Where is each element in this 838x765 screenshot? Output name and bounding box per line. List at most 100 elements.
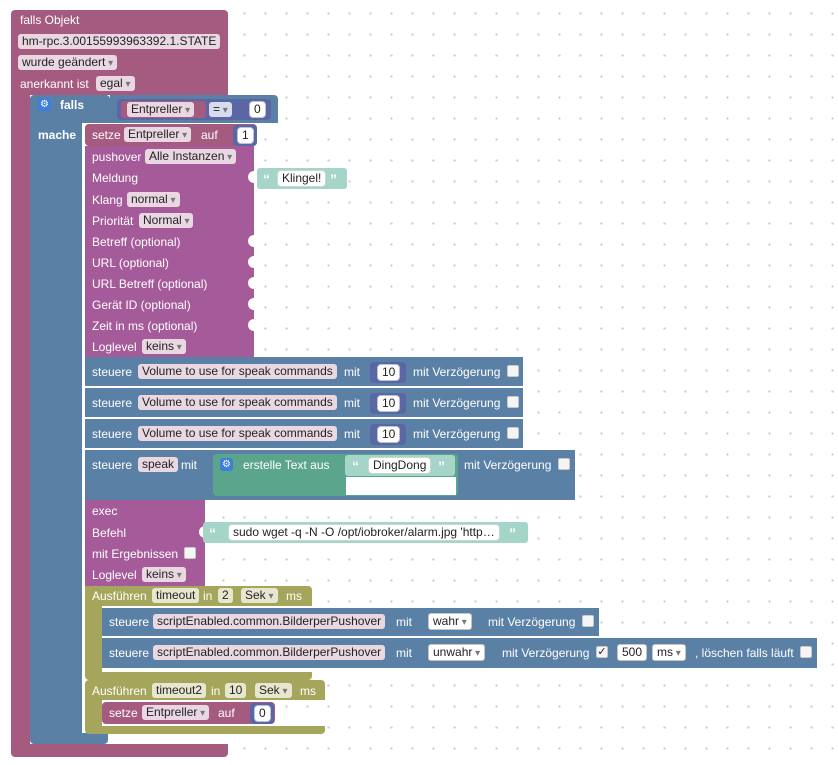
pushover-loglevel-dropdown[interactable]: keins [142,339,186,354]
timeout-unit-dropdown[interactable]: Sek [241,588,278,603]
timeout-in-label: in [203,589,213,603]
on-object-block-footer [11,744,228,757]
set-number-field[interactable]: 0 [254,705,271,722]
on-object-title: falls Objekt [20,13,80,27]
message-label: Meldung [92,171,139,185]
object-id-field[interactable]: hm-rpc.3.00155993963392.1.STATE [18,34,221,49]
timeout2-block-spine [85,700,102,728]
timeout-run-label: Ausführen [92,589,147,603]
control-target-field[interactable]: Volume to use for speak commands [138,426,337,441]
message-socket [248,171,255,183]
timeout2-block-footer [85,726,325,734]
control-with-label: mit [344,396,360,410]
control-number-field[interactable]: 10 [377,426,401,443]
timeout-block-footer [85,672,312,680]
control-delay-value-field[interactable]: 500 [617,644,648,661]
timeout2-name-field[interactable]: timeout2 [152,683,207,698]
control-target-field[interactable]: Volume to use for speak commands [138,364,337,379]
url-socket [248,256,255,268]
control-bool-dropdown[interactable]: wahr [428,613,472,630]
device-label: Gerät ID (optional) [92,298,191,312]
gear-icon[interactable]: ⚙ [220,458,233,471]
exec-command-label: Befehl [92,526,127,540]
exec-results-label: mit Ergebnissen [92,547,179,561]
url-title-socket [248,277,255,289]
text-join-label: erstelle Text aus [243,458,330,472]
speak-text-field[interactable]: DingDong [368,457,432,474]
control-delay-checkbox[interactable] [582,615,594,627]
open-quote-icon: “ [263,171,270,187]
control-label: steuere [92,365,133,379]
set-variable-dropdown[interactable]: Entpreller [124,127,192,142]
timeout2-value-field[interactable]: 10 [225,683,247,698]
condition-variable-dropdown[interactable]: Entpreller [127,102,195,117]
if-label: falls [60,98,85,112]
open-quote-icon: “ [352,458,359,474]
trigger-dropdown[interactable]: wurde geändert [18,55,118,70]
url-label: URL (optional) [92,256,169,270]
priority-dropdown[interactable]: Normal [139,213,194,228]
control-label: steuere [92,458,133,472]
subject-label: Betreff (optional) [92,235,181,249]
control-with-label: mit [181,458,197,472]
timeout-value-field[interactable]: 2 [218,588,233,603]
control-label: steuere [92,427,133,441]
control-delay-label: mit Verzögerung [502,646,590,660]
control-delay-checkbox[interactable] [558,458,570,470]
ack-label: anerkannt ist [20,77,89,91]
control-delay-label: mit Verzögerung [413,427,501,441]
timeout-ms-label: ms [286,589,302,603]
control-bool-dropdown[interactable]: unwahr [428,644,486,661]
pushover-label: pushover [92,150,142,164]
ack-dropdown[interactable]: egal [96,76,135,91]
control-number-field[interactable]: 10 [377,364,401,381]
control-delay-checkbox[interactable] [507,427,519,439]
control-with-label: mit [396,615,412,629]
control-delay-label: mit Verzögerung [413,396,501,410]
sound-dropdown[interactable]: normal [127,192,180,207]
condition-operator-dropdown[interactable]: = [209,102,232,117]
close-quote-icon: ” [438,458,445,474]
time-label: Zeit in ms (optional) [92,319,198,333]
exec-loglevel-dropdown[interactable]: keins [142,567,186,582]
url-title-label: URL Betreff (optional) [92,277,208,291]
close-quote-icon: ” [509,525,516,541]
control-clear-checkbox[interactable] [800,646,812,658]
control-delay-label: mit Verzögerung [488,615,576,629]
pushover-loglevel-label: Loglevel [92,340,137,354]
control-target-field[interactable]: Volume to use for speak commands [138,395,337,410]
gear-icon[interactable]: ⚙ [38,98,51,111]
set-to-label: auf [201,128,218,142]
control-target-field[interactable]: scriptEnabled.common.BilderperPushover [153,645,386,660]
sound-label: Klang [92,193,123,207]
condition-number-field[interactable]: 0 [249,101,266,118]
if-block-spine [30,123,82,733]
device-socket [248,298,255,310]
exec-command-field[interactable]: sudo wget -q -N -O /opt/iobroker/alarm.j… [228,524,500,541]
control-clear-label: , löschen falls läuft [695,646,794,660]
pushover-instance-dropdown[interactable]: Alle Instanzen [145,149,237,164]
control-delay-unit-dropdown[interactable]: ms [652,644,686,661]
on-object-block-spine [11,94,30,744]
if-block-footer [30,733,108,744]
control-with-label: mit [344,427,360,441]
control-label: steuere [92,396,133,410]
timeout2-in-label: in [211,684,221,698]
control-delay-checkbox[interactable]: ✓ [596,646,608,658]
control-delay-checkbox[interactable] [507,365,519,377]
set-number-field[interactable]: 1 [237,127,254,144]
set-to-label: auf [218,706,235,720]
set-label: setze [92,128,121,142]
text-join-empty-slot [346,477,456,495]
control-delay-checkbox[interactable] [507,396,519,408]
control-target-field[interactable]: scriptEnabled.common.BilderperPushover [153,614,386,629]
exec-results-checkbox[interactable] [184,547,196,559]
control-speak-target-field[interactable]: speak [138,457,179,472]
set-variable-dropdown[interactable]: Entpreller [142,705,210,720]
timeout-name-field[interactable]: timeout [152,588,200,603]
message-text-field[interactable]: Klingel! [277,170,327,187]
timeout2-unit-dropdown[interactable]: Sek [255,683,292,698]
control-label: steuere [109,646,150,660]
set-label: setze [109,706,138,720]
control-number-field[interactable]: 10 [377,395,401,412]
